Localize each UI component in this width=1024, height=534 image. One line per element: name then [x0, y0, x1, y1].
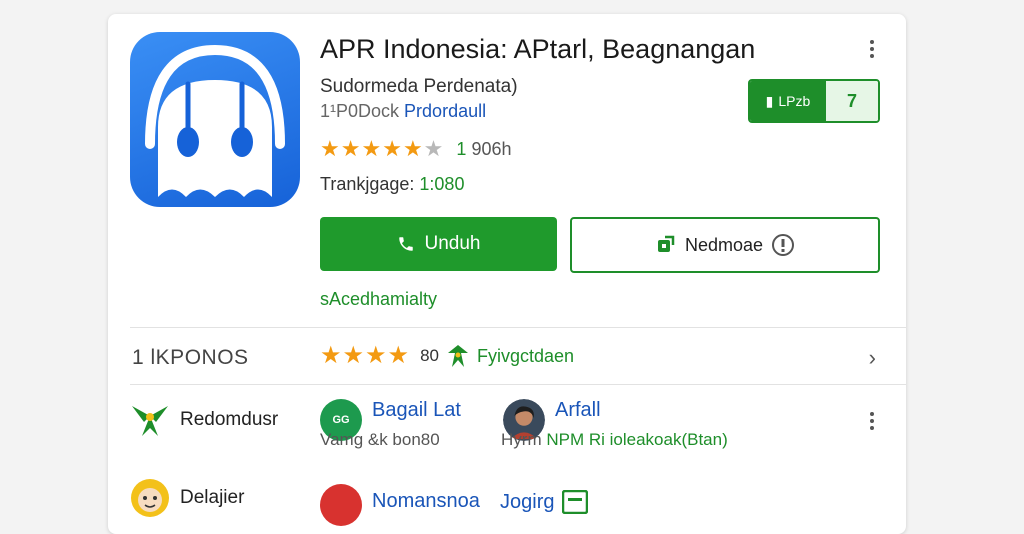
emoji-icon [131, 479, 169, 517]
star-icon: ★ [340, 136, 361, 161]
app-subtitle: Sudormeda Perdenata) [320, 76, 518, 97]
avatar [320, 484, 362, 526]
rating-row: ★ ★ ★ ★ ★ ★ 1 906h [320, 138, 511, 160]
compat-badge-value: 7 [826, 81, 878, 121]
phone-icon [398, 237, 413, 251]
usage-line: Trankjgage: 1:080 [320, 174, 464, 195]
divider [130, 327, 906, 328]
star-icon: ★ [365, 342, 387, 369]
star-icon: ★ [320, 342, 342, 369]
reviews-count: 80 [420, 346, 439, 365]
more-options-icon[interactable] [870, 412, 874, 433]
section-label: Delajier [180, 487, 245, 508]
developer-line: 1¹P0Dock Prdordaull [320, 101, 486, 122]
section-label: Redomdusr [180, 409, 279, 430]
share-icon [657, 235, 675, 252]
person-entry[interactable]: GG Bagail Lat Vamg &k bon80 [320, 399, 461, 450]
person-name: Bagail Lat [372, 399, 461, 421]
developer-link[interactable]: Prdordaull [404, 101, 486, 121]
section-developer[interactable]: Delajier [130, 478, 244, 518]
chevron-right-icon[interactable]: › [869, 345, 876, 371]
secondary-button[interactable]: Nedmoae [570, 217, 880, 273]
rating-count: 1 906h [456, 139, 511, 160]
app-logo-icon [145, 44, 285, 197]
person-entry[interactable]: Nomansnoa [320, 484, 480, 526]
person-name: Jogirg [500, 490, 555, 513]
person-meta: Vamg &k bon80 [320, 430, 440, 449]
person-name: Nomansnoa [372, 490, 480, 512]
more-options-icon[interactable] [870, 40, 876, 61]
compat-badge[interactable]: ▮ LPzb 7 [748, 79, 880, 123]
rating-count-sub: 906h [471, 138, 512, 159]
reviews-label: 1 lKPONOS [132, 346, 249, 369]
star-icon: ★ [387, 342, 410, 369]
star-icon: ★ [361, 136, 382, 161]
app-details-card: APR Indonesia: APtarl, Beagnangan Sudorm… [108, 14, 906, 534]
rating-count-main: 1 [456, 138, 467, 159]
star-empty-icon: ★ [423, 136, 444, 161]
app-icon[interactable] [130, 32, 300, 207]
star-icon: ★ [342, 342, 365, 369]
secondary-button-label: Nedmoae [684, 234, 764, 255]
reviews-rating[interactable]: ★ ★ ★ ★ 80 Fyivgctdaen [320, 344, 574, 368]
device-icon: ▮ [765, 92, 774, 109]
person-name: Arfall [555, 399, 601, 421]
star-icon: ★ [320, 136, 340, 161]
screen-icon [562, 490, 589, 514]
person-entry[interactable]: Arfall Hyrm NPM Ri ioleakoak(Btan) [501, 399, 728, 450]
star-icon: ★ [382, 136, 402, 161]
leaf-badge-icon [132, 406, 168, 436]
person-entry[interactable]: Jogirg [500, 490, 589, 514]
reviews-tag: Fyivgctdaen [476, 345, 575, 366]
usage-label: Trankjgage: [320, 174, 415, 194]
star-icon: ★ [402, 136, 423, 161]
section-recommended[interactable]: Redomdusr [130, 402, 278, 438]
app-title: APR Indonesia: APtarl, Beagnangan [320, 34, 756, 64]
usage-value: 1:080 [419, 174, 465, 194]
related-link[interactable]: sAcedhamialty [320, 289, 437, 310]
install-button-label: Unduh [424, 233, 481, 254]
download-count: 1¹P0Dock [320, 101, 400, 121]
compat-badge-label: LPzb [778, 93, 811, 109]
divider [130, 384, 906, 385]
leaf-badge-icon [447, 345, 468, 367]
install-button[interactable]: Unduh [320, 217, 557, 271]
person-meta: Hyrm NPM Ri ioleakoak(Btan) [501, 430, 728, 449]
info-icon [772, 234, 795, 256]
